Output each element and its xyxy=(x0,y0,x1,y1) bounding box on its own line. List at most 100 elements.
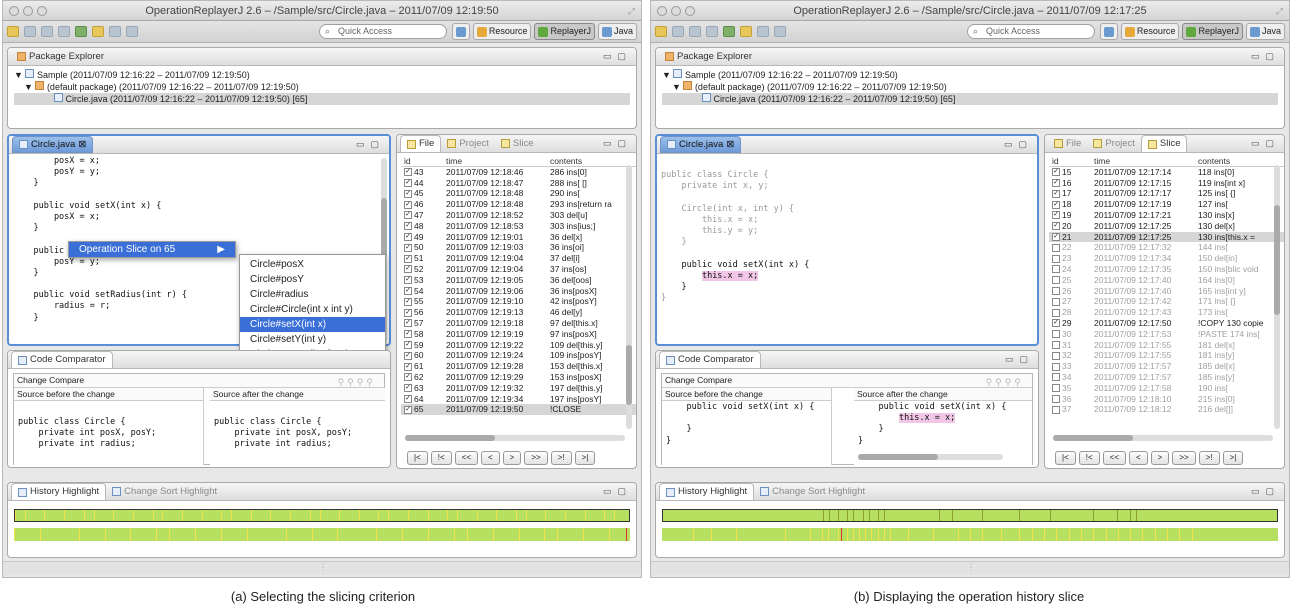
tree-item-package[interactable]: ▼ (default package) (2011/07/09 12:16:22… xyxy=(14,81,630,93)
minimize-maximize[interactable]: ▭▢ xyxy=(1251,138,1280,149)
table-row[interactable]: 622011/07/09 12:19:29153 ins[posX] xyxy=(401,372,636,383)
nav-button[interactable]: >! xyxy=(550,451,572,465)
column-header[interactable]: contents xyxy=(547,156,627,166)
debug-icon[interactable] xyxy=(75,26,87,37)
fullscreen-icon[interactable]: ⤢ xyxy=(628,1,635,21)
submenu-item[interactable]: Circle#posX xyxy=(240,257,385,272)
tree-item-file[interactable]: Circle.java (2011/07/09 12:16:22 – 2011/… xyxy=(14,93,630,105)
table-row[interactable]: 552011/07/09 12:19:1042 ins[posY] xyxy=(401,296,636,307)
fullscreen-icon[interactable]: ⤢ xyxy=(1276,1,1283,21)
table-row[interactable]: 292011/07/09 12:17:50!COPY 130 copie xyxy=(1049,318,1284,329)
table-row[interactable]: 152011/07/09 12:17:14118 ins[0] xyxy=(1049,167,1284,178)
tree-item-project[interactable]: ▼ Sample (2011/07/09 12:16:22 – 2011/07/… xyxy=(662,69,1278,81)
tree-item-file[interactable]: Circle.java (2011/07/09 12:16:22 – 2011/… xyxy=(662,93,1278,105)
debug-icon[interactable] xyxy=(723,26,735,37)
table-row[interactable]: 24 2011/07/09 12:17:35 150 ins[blic void xyxy=(1049,264,1284,275)
nav-button[interactable]: >| xyxy=(1222,451,1244,465)
perspective-java[interactable]: Java xyxy=(1245,23,1285,40)
row-checkbox[interactable] xyxy=(404,254,412,263)
new-icon[interactable] xyxy=(7,26,19,37)
column-header[interactable]: id xyxy=(401,156,443,166)
table-row[interactable]: 36 2011/07/09 12:18:10 215 ins[0] xyxy=(1049,394,1284,405)
table-row[interactable]: 602011/07/09 12:19:24109 ins[posY] xyxy=(401,350,636,361)
source-after-pane[interactable]: Source after the change public class Cir… xyxy=(210,388,385,465)
table-row[interactable]: 37 2011/07/09 12:18:12 216 del[]] xyxy=(1049,404,1284,415)
open-perspective-button[interactable] xyxy=(451,23,470,40)
row-checkbox[interactable] xyxy=(404,384,412,393)
row-checkbox[interactable] xyxy=(1052,394,1060,403)
table-row[interactable]: 472011/07/09 12:18:52303 del[u] xyxy=(401,210,636,221)
row-checkbox[interactable] xyxy=(1052,330,1060,339)
row-checkbox[interactable] xyxy=(1052,232,1060,241)
minimize-maximize[interactable]: ▭▢ xyxy=(603,486,632,497)
row-checkbox[interactable] xyxy=(404,178,412,187)
table-row[interactable]: 612011/07/09 12:19:28153 del[this.x] xyxy=(401,361,636,372)
run-icon[interactable] xyxy=(58,26,70,37)
row-checkbox[interactable] xyxy=(404,297,412,306)
tab-change-sort-highlight[interactable]: Change Sort Highlight xyxy=(754,483,871,500)
row-checkbox[interactable] xyxy=(1052,265,1060,274)
row-checkbox[interactable] xyxy=(404,340,412,349)
row-checkbox[interactable] xyxy=(1052,189,1060,198)
row-checkbox[interactable] xyxy=(404,265,412,274)
row-checkbox[interactable] xyxy=(1052,243,1060,252)
table-row[interactable]: 502011/07/09 12:19:0336 ins[oi] xyxy=(401,242,636,253)
tree-item-project[interactable]: ▼ Sample (2011/07/09 12:16:22 – 2011/07/… xyxy=(14,69,630,81)
table-row[interactable]: 22 2011/07/09 12:17:32 144 ins[ xyxy=(1049,242,1284,253)
table-row[interactable]: 462011/07/09 12:18:48293 ins[return ra xyxy=(401,199,636,210)
table-header[interactable]: id time contents xyxy=(1049,156,1284,167)
row-checkbox[interactable] xyxy=(404,200,412,209)
minimize-maximize[interactable]: ▭▢ xyxy=(1251,51,1280,62)
row-checkbox[interactable] xyxy=(404,394,412,403)
table-row[interactable]: 30 2011/07/09 12:17:53 !PASTE 174 ins[ xyxy=(1049,329,1284,340)
nav-button[interactable]: << xyxy=(1102,451,1126,465)
save-icon[interactable] xyxy=(24,26,36,37)
nav-button[interactable]: >> xyxy=(524,451,548,465)
perspective-java[interactable]: Java xyxy=(597,23,637,40)
tab-circle-java[interactable]: Circle.java ⊠ xyxy=(660,136,742,153)
tab-package-explorer[interactable]: Package Explorer xyxy=(11,48,110,65)
table-row[interactable]: 172011/07/09 12:17:17125 ins[ {] xyxy=(1049,188,1284,199)
submenu-item[interactable]: Circle#setY(int y) xyxy=(240,332,385,347)
table-row[interactable]: 522011/07/09 12:19:0437 ins[os] xyxy=(401,264,636,275)
table-row[interactable]: 482011/07/09 12:18:53303 ins[ius;] xyxy=(401,221,636,232)
tab-slice[interactable]: Slice xyxy=(495,135,540,152)
print-icon[interactable] xyxy=(689,26,701,37)
tab-change-sort-highlight[interactable]: Change Sort Highlight xyxy=(106,483,223,500)
menu-item-operation-slice[interactable]: Operation Slice on 65 ▶ xyxy=(69,242,235,257)
row-checkbox[interactable] xyxy=(404,276,412,285)
table-row[interactable]: 642011/07/09 12:19:34197 ins[posY] xyxy=(401,394,636,405)
column-header[interactable]: contents xyxy=(1195,156,1275,166)
minimize-maximize[interactable]: ▭▢ xyxy=(1005,354,1034,365)
new-icon[interactable] xyxy=(655,26,667,37)
row-checkbox[interactable] xyxy=(1052,276,1060,285)
table-row[interactable]: 632011/07/09 12:19:32197 del[this.y] xyxy=(401,383,636,394)
window-controls[interactable] xyxy=(657,6,695,16)
title-bar[interactable]: OperationReplayerJ 2.6 – /Sample/src/Cir… xyxy=(651,1,1289,21)
search-tool-icon[interactable] xyxy=(740,26,752,37)
horizontal-scrollbar[interactable] xyxy=(1053,435,1273,441)
row-checkbox[interactable] xyxy=(1052,286,1060,295)
open-perspective-button[interactable] xyxy=(1099,23,1118,40)
table-row[interactable]: 26 2011/07/09 12:17:40 165 ins[int y] xyxy=(1049,286,1284,297)
row-checkbox[interactable] xyxy=(404,286,412,295)
tab-package-explorer[interactable]: Package Explorer xyxy=(659,48,758,65)
nav-button[interactable]: >| xyxy=(574,451,596,465)
table-row[interactable]: 35 2011/07/09 12:17:58 190 ins[ xyxy=(1049,383,1284,394)
perspective-resource[interactable]: Resource xyxy=(1120,23,1180,40)
row-checkbox[interactable] xyxy=(404,211,412,220)
window-controls[interactable] xyxy=(9,6,47,16)
row-checkbox[interactable] xyxy=(1052,168,1060,177)
table-header[interactable]: id time contents xyxy=(401,156,636,167)
nav-button[interactable]: < xyxy=(481,451,500,465)
table-row[interactable]: 28 2011/07/09 12:17:43 173 ins[ xyxy=(1049,307,1284,318)
tab-file[interactable]: File xyxy=(1048,135,1087,152)
compare-toolbar-icons[interactable]: ⚲⚲⚲⚲ xyxy=(338,376,376,388)
row-checkbox[interactable] xyxy=(1052,351,1060,360)
row-checkbox[interactable] xyxy=(404,168,412,177)
tree-item-package[interactable]: ▼ (default package) (2011/07/09 12:16:22… xyxy=(662,81,1278,93)
nav-button[interactable]: !< xyxy=(1078,451,1100,465)
code-area[interactable]: public class Circle { private int x, y; … xyxy=(657,154,1037,306)
table-row[interactable]: 592011/07/09 12:19:22109 del[this.y] xyxy=(401,340,636,351)
title-bar[interactable]: OperationReplayerJ 2.6 – /Sample/src/Cir… xyxy=(3,1,641,21)
